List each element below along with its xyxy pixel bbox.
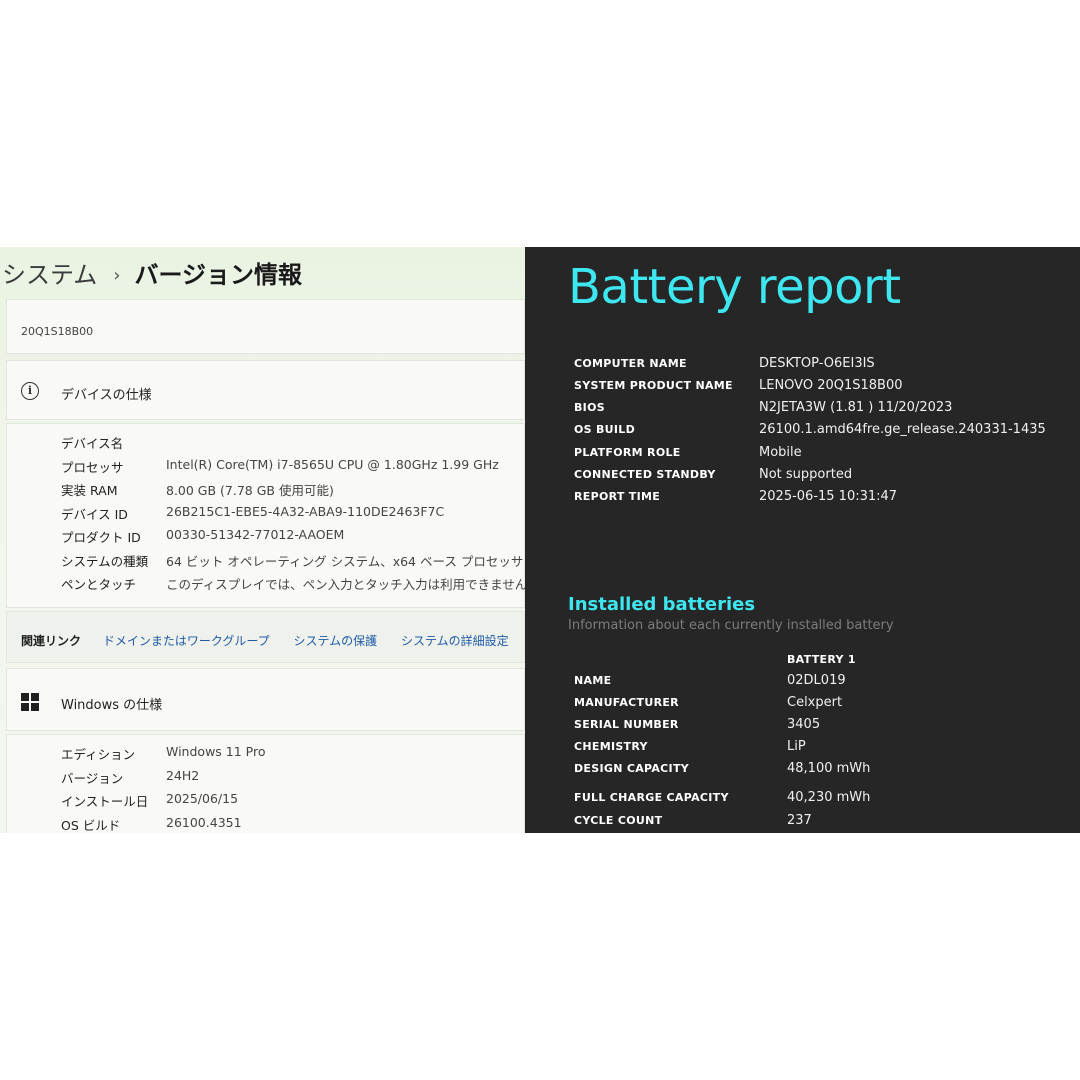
- battery-column-header: BATTERY 1: [787, 653, 856, 666]
- link-system-protection[interactable]: システムの保護: [293, 634, 377, 648]
- sys-key: REPORT TIME: [574, 490, 661, 503]
- bat-value: 40,230 mWh: [787, 790, 871, 805]
- sys-key: SYSTEM PRODUCT NAME: [574, 379, 733, 392]
- bat-key: MANUFACTURER: [574, 696, 679, 709]
- spec-key: システムの種類: [61, 553, 149, 569]
- installed-batteries-subtitle: Information about each currently install…: [568, 618, 894, 633]
- sys-key: PLATFORM ROLE: [574, 446, 681, 459]
- sys-value: Mobile: [759, 445, 802, 460]
- bat-key: FULL CHARGE CAPACITY: [574, 791, 729, 804]
- spec-key: プロセッサ: [61, 459, 124, 475]
- spec-key: デバイス ID: [61, 506, 128, 522]
- chevron-right-icon: ›: [113, 265, 121, 286]
- device-spec-body: デバイス名 プロセッサ Intel(R) Core(TM) i7-8565U CP…: [6, 423, 525, 608]
- bat-key: SERIAL NUMBER: [574, 718, 679, 731]
- battery-report-panel: Battery report COMPUTER NAME DESKTOP-O6EI…: [525, 247, 1080, 833]
- spec-key: OS ビルド: [61, 817, 121, 833]
- bat-key: CYCLE COUNT: [574, 814, 663, 827]
- spec-value: 26100.4351: [166, 814, 242, 830]
- device-spec-header[interactable]: i デバイスの仕様: [6, 360, 525, 420]
- spec-key: エディション: [61, 747, 136, 762]
- spec-value: このディスプレイでは、ペン入力とタッチ入力は利用できません: [166, 577, 525, 592]
- spec-value: 26B215C1-EBE5-4A32-ABA9-110DE2463F7C: [166, 503, 445, 519]
- bat-value: 48,100 mWh: [787, 761, 871, 776]
- spec-value: 2025/06/15: [166, 791, 239, 806]
- device-name-value: 20Q1S18B00: [21, 325, 94, 338]
- page-title: バージョン情報: [134, 261, 303, 289]
- sys-value: 2025-06-15 10:31:47: [759, 489, 898, 504]
- settings-about-panel: システム › バージョン情報 20Q1S18B00 i デバイスの仕様 デバイス名 …: [0, 247, 525, 833]
- windows-spec-body: エディション Windows 11 Pro バージョン 24H2 インストール日 20…: [6, 734, 525, 833]
- bat-value: 237: [787, 813, 812, 828]
- battery-report-title: Battery report: [568, 259, 901, 315]
- link-advanced-system-settings[interactable]: システムの詳細設定: [401, 634, 509, 648]
- windows-spec-header[interactable]: Windows の仕様: [6, 668, 525, 731]
- bat-value: 3405: [787, 717, 821, 732]
- related-links-title: 関連リンク: [21, 634, 82, 648]
- spec-key: バージョン: [61, 770, 124, 786]
- sys-key: BIOS: [574, 401, 605, 414]
- spec-key: ペンとタッチ: [61, 577, 137, 592]
- spec-key: インストール日: [61, 794, 149, 809]
- spec-value: Windows 11 Pro: [166, 744, 266, 759]
- device-name-card: 20Q1S18B00: [6, 299, 525, 354]
- sys-key: COMPUTER NAME: [574, 357, 687, 370]
- spec-value: 24H2: [166, 767, 200, 783]
- windows-spec-title: Windows の仕様: [61, 698, 163, 713]
- windows-logo-icon: [21, 693, 39, 711]
- spec-value: Intel(R) Core(TM) i7-8565U CPU @ 1.80GHz…: [166, 456, 499, 472]
- spec-value: 00330-51342-77012-AAOEM: [166, 527, 345, 542]
- sys-value: N2JETA3W (1.81 ) 11/20/2023: [759, 400, 953, 415]
- bat-key: DESIGN CAPACITY: [574, 762, 690, 775]
- device-spec-title: デバイスの仕様: [61, 388, 152, 403]
- breadcrumb: システム › バージョン情報: [2, 255, 302, 290]
- bat-value: Celxpert: [787, 695, 843, 710]
- related-links-bar: 関連リンク ドメインまたはワークグループ システムの保護 システムの詳細設定: [6, 611, 525, 663]
- breadcrumb-system-link[interactable]: システム: [2, 261, 97, 289]
- spec-value: 8.00 GB (7.78 GB 使用可能): [166, 483, 334, 498]
- sys-key: OS BUILD: [574, 423, 636, 436]
- spec-value: 64 ビット オペレーティング システム、x64 ベース プロセッサ: [166, 553, 524, 569]
- spec-key: デバイス名: [61, 436, 124, 451]
- installed-batteries-title: Installed batteries: [568, 594, 756, 615]
- bat-value: 02DL019: [787, 673, 846, 688]
- link-domain-workgroup[interactable]: ドメインまたはワークグループ: [103, 634, 270, 648]
- sys-value: 26100.1.amd64fre.ge_release.240331-1435: [759, 422, 1046, 437]
- sys-value: Not supported: [759, 467, 853, 482]
- spec-key: 実装 RAM: [61, 483, 118, 498]
- sys-key: CONNECTED STANDBY: [574, 468, 716, 481]
- info-icon: i: [21, 382, 39, 400]
- sys-value: LENOVO 20Q1S18B00: [759, 378, 903, 393]
- sys-value: DESKTOP-O6EI3IS: [759, 356, 875, 371]
- spec-key: プロダクト ID: [61, 530, 141, 545]
- bat-key: CHEMISTRY: [574, 740, 648, 753]
- bat-value: LiP: [787, 739, 806, 754]
- bat-key: NAME: [574, 674, 612, 687]
